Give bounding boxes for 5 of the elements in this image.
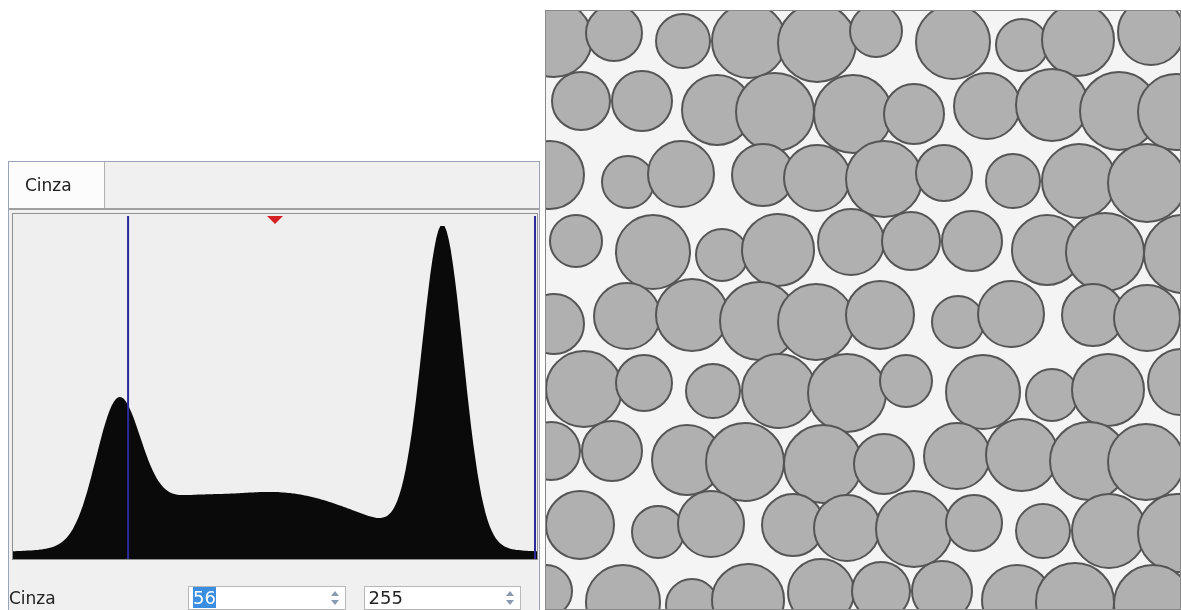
threshold-line[interactable] — [127, 216, 130, 559]
channel-label: Cinza — [9, 588, 57, 610]
tab[interactable]: Cinza — [9, 162, 105, 208]
triangle-marker-icon[interactable] — [267, 216, 283, 224]
max-value-field[interactable]: 255 — [363, 586, 521, 610]
